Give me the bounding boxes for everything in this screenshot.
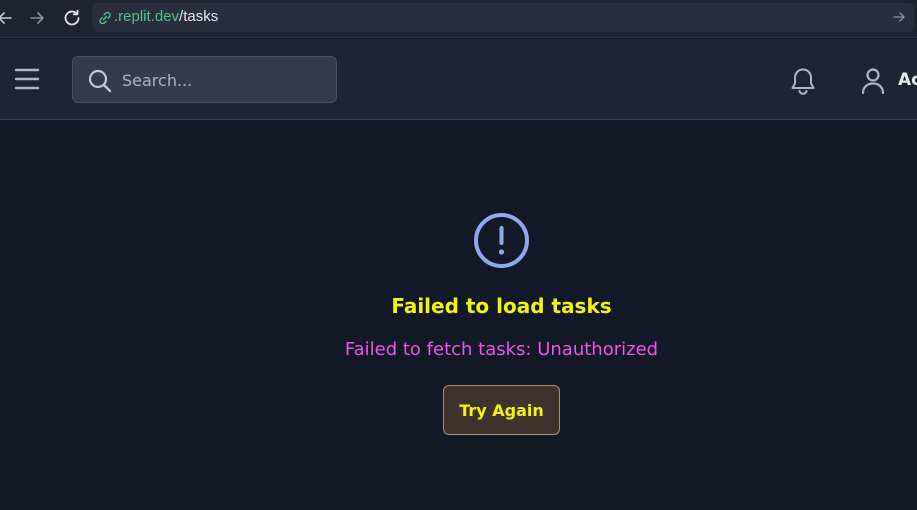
- search-input[interactable]: [122, 67, 327, 93]
- forward-button[interactable]: [24, 5, 50, 31]
- exclamation-circle-icon: [474, 213, 529, 268]
- url-text: .replit.dev/tasks: [114, 8, 218, 26]
- arrow-right-icon: [30, 12, 44, 24]
- search-icon: [88, 69, 112, 93]
- reload-button[interactable]: [59, 5, 85, 31]
- reload-icon: [64, 9, 80, 26]
- user-name: Ac: [898, 70, 917, 90]
- menu-button[interactable]: [14, 67, 40, 91]
- arrow-left-icon: [0, 12, 12, 24]
- link-icon: [99, 11, 111, 25]
- url-domain: .replit.dev: [114, 8, 180, 25]
- address-bar[interactable]: .replit.dev/tasks: [92, 3, 914, 32]
- user-menu-button[interactable]: Ac: [858, 65, 917, 97]
- search-box[interactable]: [72, 56, 337, 103]
- url-path: /tasks: [179, 8, 219, 25]
- error-message: Failed to fetch tasks: Unauthorized: [344, 339, 659, 360]
- hamburger-menu-icon: [14, 68, 40, 90]
- go-arrow-icon[interactable]: [892, 10, 906, 24]
- notifications-button[interactable]: [789, 66, 817, 96]
- app-header: Ac: [0, 39, 917, 120]
- bell-icon: [791, 68, 815, 95]
- back-button[interactable]: [0, 5, 18, 31]
- user-icon: [861, 68, 885, 95]
- try-again-button[interactable]: Try Again: [443, 385, 560, 435]
- error-title: Failed to load tasks: [391, 294, 612, 318]
- browser-toolbar: .replit.dev/tasks: [0, 0, 917, 38]
